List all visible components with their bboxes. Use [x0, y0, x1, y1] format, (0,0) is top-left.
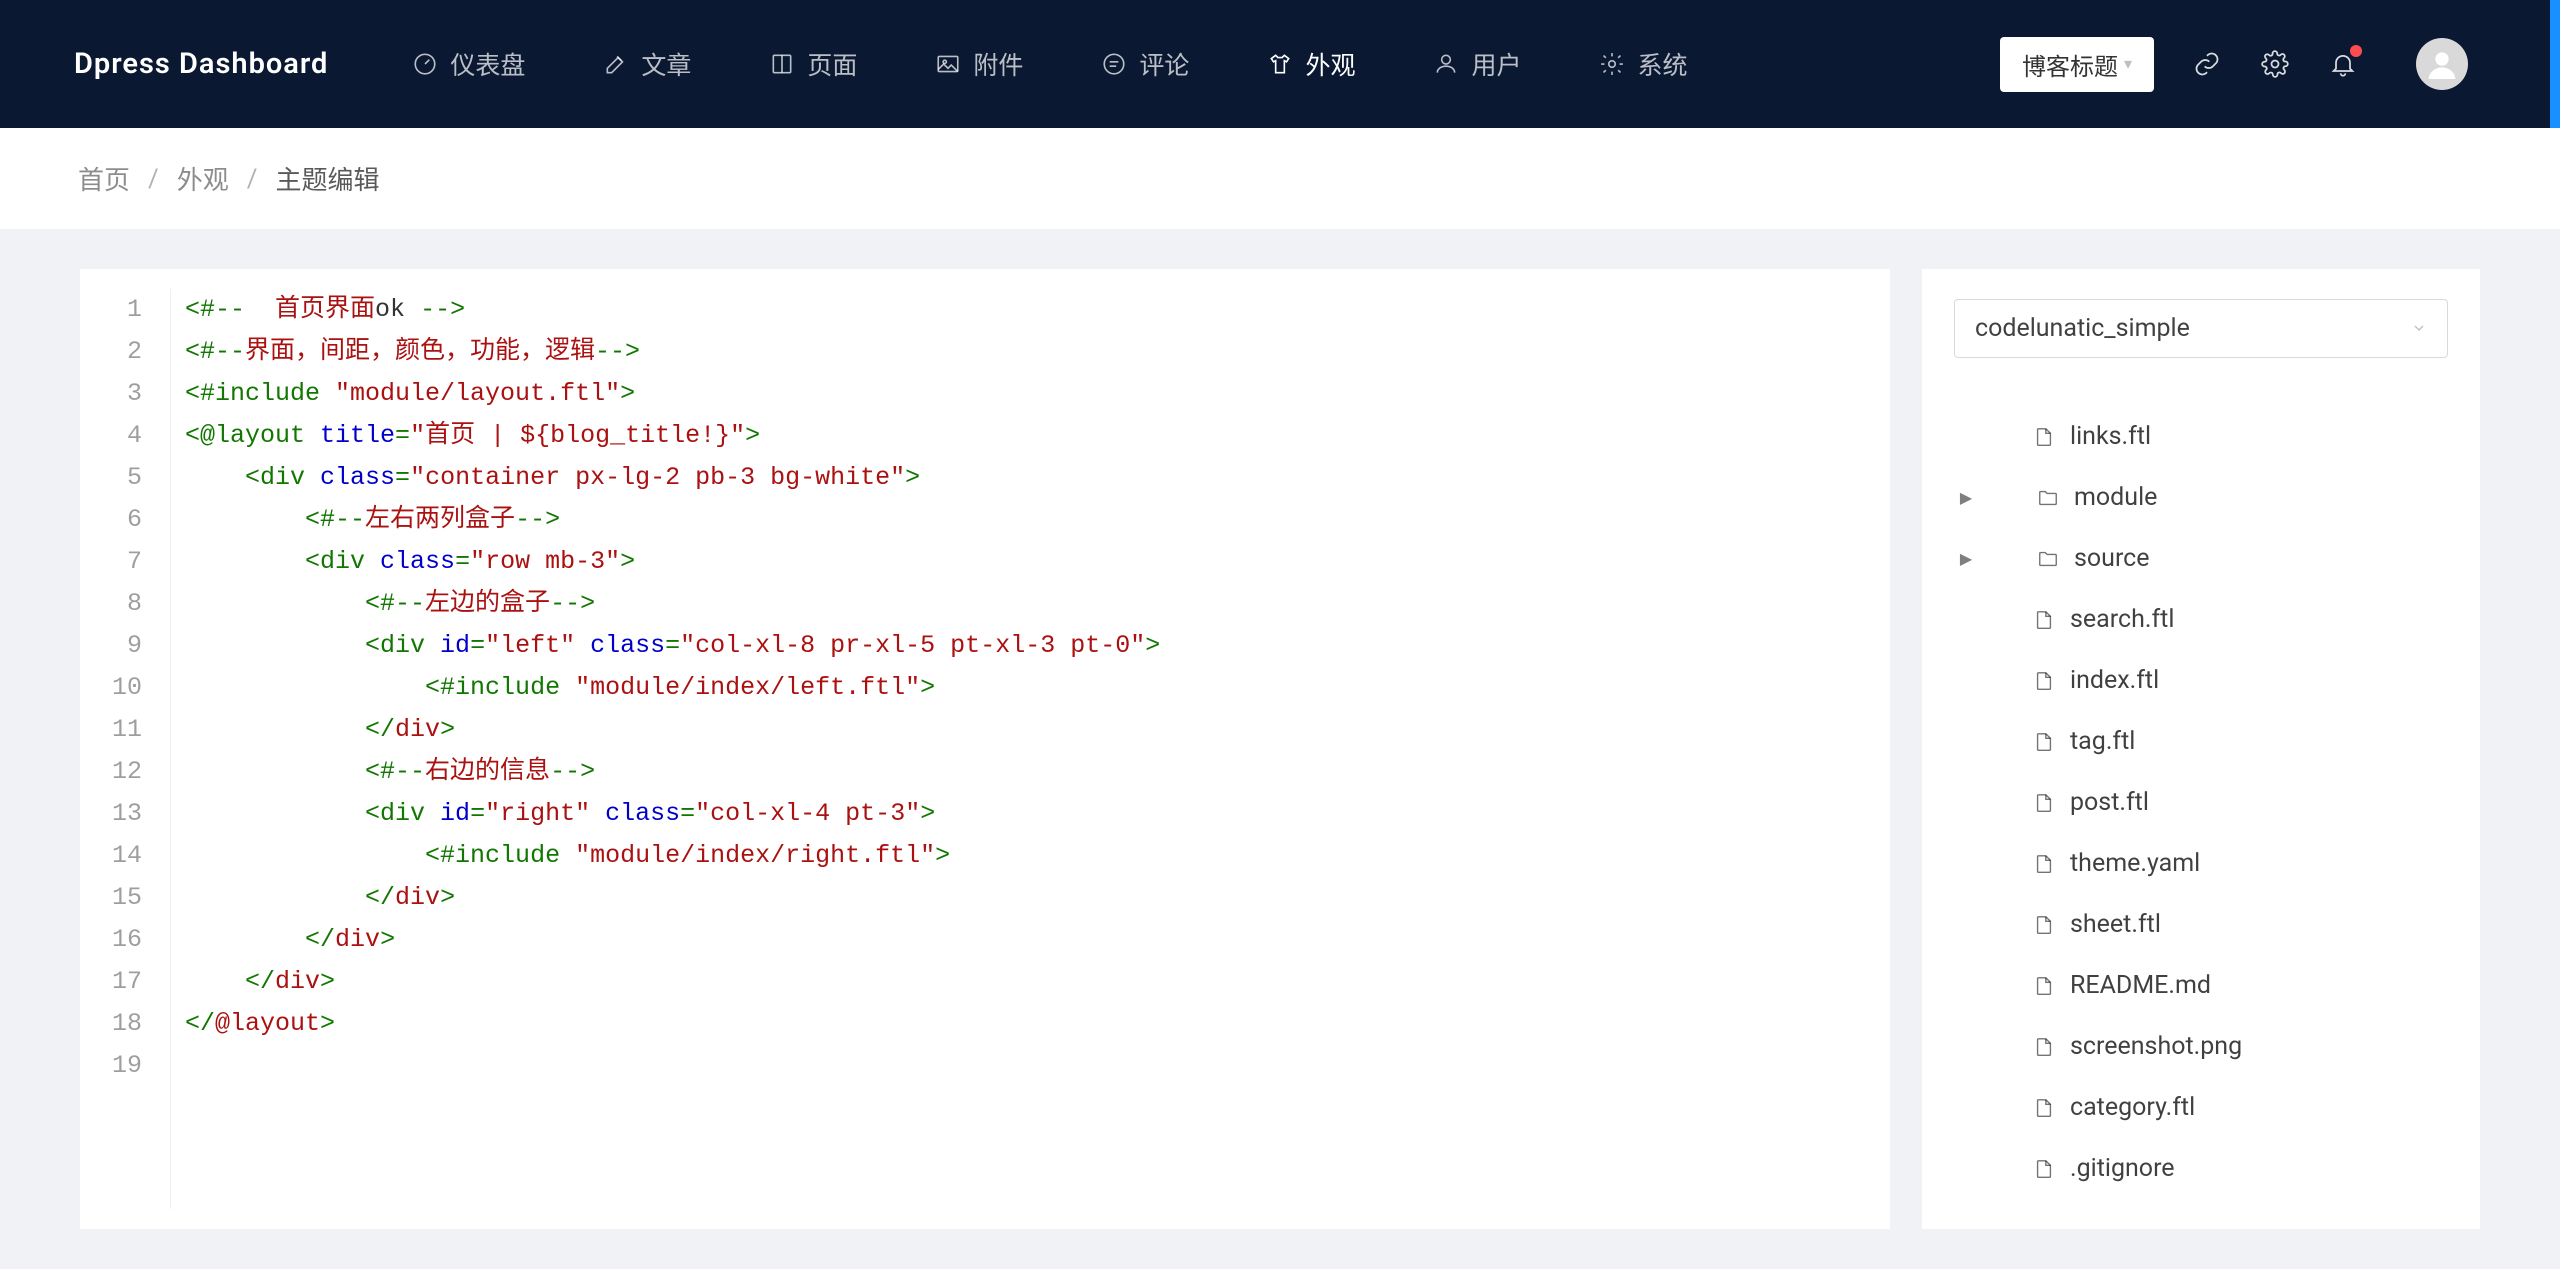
settings-icon[interactable] [2260, 49, 2290, 79]
code-editor[interactable]: 12345678910111213141516171819 <#-- 首页界面o… [80, 269, 1890, 1229]
nav-label: 用户 [1471, 46, 1521, 82]
tree-file[interactable]: theme.yaml [1954, 833, 2448, 894]
tree-file[interactable]: sheet.ftl [1954, 894, 2448, 955]
file-icon [2032, 608, 2056, 632]
book-icon [769, 51, 795, 77]
breadcrumb: 首页 / 外观 / 主题编辑 [0, 128, 2560, 229]
nav-label: 页面 [807, 46, 857, 82]
nav-label: 文章 [641, 46, 691, 82]
nav-label: 附件 [973, 46, 1023, 82]
file-icon [2032, 730, 2056, 754]
file-icon [2032, 974, 2056, 998]
file-icon [2032, 669, 2056, 693]
theme-select[interactable]: codelunatic_simple [1954, 299, 2448, 358]
blog-title-dropdown[interactable]: 博客标题 ▾ [2000, 37, 2154, 92]
nav-comments[interactable]: 评论 [1087, 38, 1203, 90]
bell-icon[interactable] [2328, 49, 2358, 79]
tree-item-label: links.ftl [2070, 422, 2151, 451]
tree-item-label: category.ftl [2070, 1093, 2195, 1122]
header: Dpress Dashboard 仪表盘 文章 页面 附件 评论 外观 用户 [0, 0, 2560, 128]
tree-file[interactable]: tag.ftl [1954, 711, 2448, 772]
tree-file[interactable]: category.ftl [1954, 1077, 2448, 1138]
tree-item-label: module [2074, 483, 2157, 512]
main-content: 12345678910111213141516171819 <#-- 首页界面o… [0, 229, 2560, 1269]
folder-icon [2036, 547, 2060, 571]
nav-users[interactable]: 用户 [1419, 38, 1535, 90]
tree-item-label: .gitignore [2070, 1154, 2175, 1183]
chevron-down-icon [2411, 314, 2427, 343]
tree-item-label: tag.ftl [2070, 727, 2135, 756]
nav-label: 外观 [1305, 46, 1355, 82]
tree-file[interactable]: index.ftl [1954, 650, 2448, 711]
code-area[interactable]: <#-- 首页界面ok --><#--界面，间距，颜色，功能，逻辑--><#in… [170, 289, 1890, 1209]
file-icon [2032, 1157, 2056, 1181]
breadcrumb-separator: / [148, 164, 159, 194]
shirt-icon [1267, 51, 1293, 77]
file-icon [2032, 1035, 2056, 1059]
chevron-down-icon: ▾ [2124, 54, 2132, 74]
breadcrumb-separator: / [247, 164, 258, 194]
caret-right-icon: ▶ [1954, 549, 1978, 568]
tree-file[interactable]: README.md [1954, 955, 2448, 1016]
line-gutter: 12345678910111213141516171819 [80, 289, 170, 1209]
file-sidebar: codelunatic_simple links.ftl ▶ module ▶ sour… [1922, 269, 2480, 1229]
gear-icon [1599, 51, 1625, 77]
nav-label: 系统 [1637, 46, 1687, 82]
tree-item-label: search.ftl [2070, 605, 2174, 634]
nav-attachments[interactable]: 附件 [921, 38, 1037, 90]
theme-select-value: codelunatic_simple [1975, 314, 2190, 343]
image-icon [935, 51, 961, 77]
folder-icon [2036, 486, 2060, 510]
nav-dashboard[interactable]: 仪表盘 [398, 38, 539, 90]
tree-folder[interactable]: ▶ source [1954, 528, 2448, 589]
brand-logo[interactable]: Dpress Dashboard [74, 47, 328, 81]
tree-item-label: source [2074, 544, 2150, 573]
nav-pages[interactable]: 页面 [755, 38, 871, 90]
tree-folder[interactable]: ▶ module [1954, 467, 2448, 528]
tree-file[interactable]: search.ftl [1954, 589, 2448, 650]
tree-item-label: screenshot.png [2070, 1032, 2242, 1061]
link-icon[interactable] [2192, 49, 2222, 79]
nav-appearance[interactable]: 外观 [1253, 38, 1369, 90]
user-icon [1433, 51, 1459, 77]
breadcrumb-current: 主题编辑 [276, 160, 380, 197]
file-tree: links.ftl ▶ module ▶ source search.ftl index.f… [1954, 406, 2448, 1199]
avatar[interactable] [2416, 38, 2468, 90]
tree-item-label: post.ftl [2070, 788, 2149, 817]
notification-dot [2350, 45, 2362, 57]
tree-item-label: sheet.ftl [2070, 910, 2161, 939]
tree-item-label: index.ftl [2070, 666, 2159, 695]
edit-icon [603, 51, 629, 77]
nav-system[interactable]: 系统 [1585, 38, 1701, 90]
file-icon [2032, 913, 2056, 937]
nav-label: 仪表盘 [450, 46, 525, 82]
tree-file[interactable]: .gitignore [1954, 1138, 2448, 1199]
comment-icon [1101, 51, 1127, 77]
nav-label: 评论 [1139, 46, 1189, 82]
tree-file[interactable]: screenshot.png [1954, 1016, 2448, 1077]
file-icon [2032, 852, 2056, 876]
breadcrumb-appearance[interactable]: 外观 [177, 160, 229, 197]
primary-nav: 仪表盘 文章 页面 附件 评论 外观 用户 系统 [398, 38, 2000, 90]
file-icon [2032, 1096, 2056, 1120]
nav-posts[interactable]: 文章 [589, 38, 705, 90]
breadcrumb-home[interactable]: 首页 [78, 160, 130, 197]
header-right: 博客标题 ▾ [2000, 37, 2480, 92]
tree-item-label: theme.yaml [2070, 849, 2200, 878]
gauge-icon [412, 51, 438, 77]
caret-right-icon: ▶ [1954, 488, 1978, 507]
file-icon [2032, 425, 2056, 449]
tree-item-label: README.md [2070, 971, 2211, 1000]
tree-file[interactable]: post.ftl [1954, 772, 2448, 833]
tree-file[interactable]: links.ftl [1954, 406, 2448, 467]
file-icon [2032, 791, 2056, 815]
blog-title-label: 博客标题 [2022, 47, 2118, 82]
